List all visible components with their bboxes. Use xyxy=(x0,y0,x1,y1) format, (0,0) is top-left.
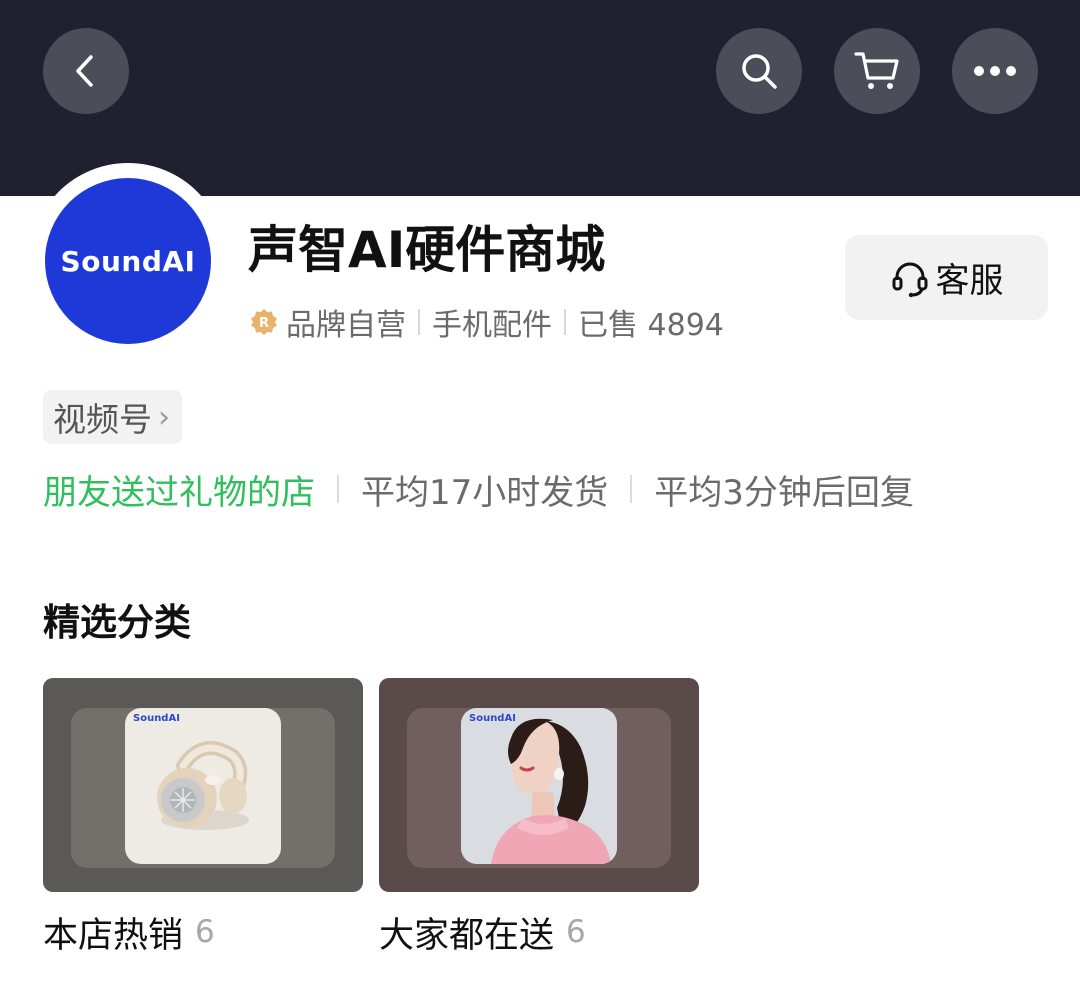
thumb-brand-text: SoundAI xyxy=(133,713,180,724)
search-icon xyxy=(742,54,777,89)
headset-icon xyxy=(892,262,927,297)
more-button[interactable] xyxy=(952,28,1038,114)
meta-divider xyxy=(564,309,566,335)
shop-meta: R 品牌自营 手机配件 已售 4894 xyxy=(250,300,724,344)
video-channel-label: 视频号 xyxy=(53,400,152,439)
chevron-right-icon: › xyxy=(158,399,170,435)
brand-label: 品牌自营 xyxy=(286,308,406,343)
customer-service-button[interactable]: 客服 xyxy=(845,235,1048,320)
category-card-hot[interactable]: SoundAI xyxy=(43,678,363,892)
highlight-divider xyxy=(337,475,339,503)
category-count: 6 xyxy=(566,914,586,950)
thumb-brand-text: SoundAI xyxy=(469,713,516,724)
shipping-highlight: 平均17小时发货 xyxy=(361,472,609,513)
more-dots-icon xyxy=(974,66,1016,76)
category-card-gifts[interactable]: SoundAI xyxy=(379,678,699,892)
category-count: 6 xyxy=(195,914,215,950)
highlight-divider xyxy=(630,475,633,503)
category-name: 本店热销 xyxy=(43,915,184,956)
sold-count: 已售 4894 xyxy=(578,308,724,343)
shop-category: 手机配件 xyxy=(432,308,552,343)
search-button[interactable] xyxy=(716,28,802,114)
back-button[interactable] xyxy=(43,28,129,114)
chevron-left-icon xyxy=(76,55,93,87)
category-name: 大家都在送 xyxy=(379,915,555,956)
earbud-product-image xyxy=(157,741,249,830)
shop-logo: SoundAI xyxy=(45,178,211,344)
featured-categories-title: 精选分类 xyxy=(43,601,191,644)
category-thumbnail: SoundAI xyxy=(461,708,617,864)
meta-divider xyxy=(418,309,420,335)
customer-service-label: 客服 xyxy=(935,261,1004,301)
svg-text:R: R xyxy=(259,316,269,331)
gift-highlight: 朋友送过礼物的店 xyxy=(43,472,315,513)
cart-button[interactable] xyxy=(834,28,920,114)
shop-name: 声智AI硬件商城 xyxy=(248,221,606,279)
shop-avatar[interactable]: SoundAI xyxy=(30,163,226,359)
shop-highlights: 朋友送过礼物的店 平均17小时发货 平均3分钟后回复 xyxy=(43,462,914,516)
model-product-image xyxy=(461,708,617,864)
category-label-gifts[interactable]: 大家都在送 6 xyxy=(379,906,586,958)
category-label-hot[interactable]: 本店热销 6 xyxy=(43,906,215,958)
video-channel-link[interactable]: 视频号 › xyxy=(43,390,182,444)
top-header-bar xyxy=(0,0,1080,196)
shop-logo-text: SoundAI xyxy=(60,244,196,278)
brand-r-badge-icon: R xyxy=(251,309,277,335)
category-thumbnail: SoundAI xyxy=(125,708,281,864)
cart-icon xyxy=(854,52,899,89)
reply-highlight: 平均3分钟后回复 xyxy=(654,472,914,513)
